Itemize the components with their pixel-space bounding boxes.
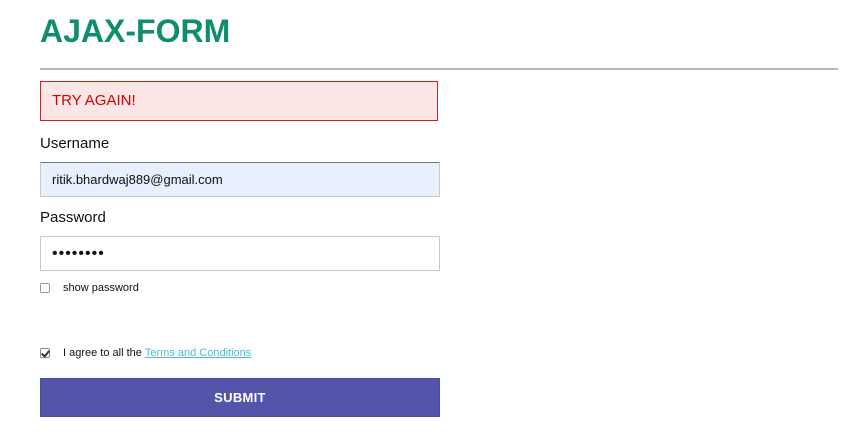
show-password-label[interactable]: show password (63, 282, 139, 294)
agree-terms-checkbox[interactable] (40, 348, 50, 358)
terms-and-conditions-link[interactable]: Terms and Conditions (145, 347, 251, 359)
title-divider (40, 68, 838, 70)
submit-button[interactable]: SUBMIT (40, 378, 440, 417)
agree-terms-text: I agree to all the (63, 347, 142, 359)
terms-agreement-row: I agree to all the Terms and Conditions (40, 345, 251, 361)
page-title: AJAX-FORM (40, 13, 231, 49)
show-password-checkbox[interactable] (40, 283, 50, 293)
ajax-form-page: AJAX-FORM TRY AGAIN! Username Password s… (0, 0, 865, 445)
error-alert: TRY AGAIN! (40, 81, 438, 121)
username-input[interactable] (40, 162, 440, 197)
password-label: Password (40, 209, 106, 226)
username-label: Username (40, 135, 110, 152)
show-password-row: show password (40, 280, 139, 296)
password-input[interactable] (40, 236, 440, 271)
